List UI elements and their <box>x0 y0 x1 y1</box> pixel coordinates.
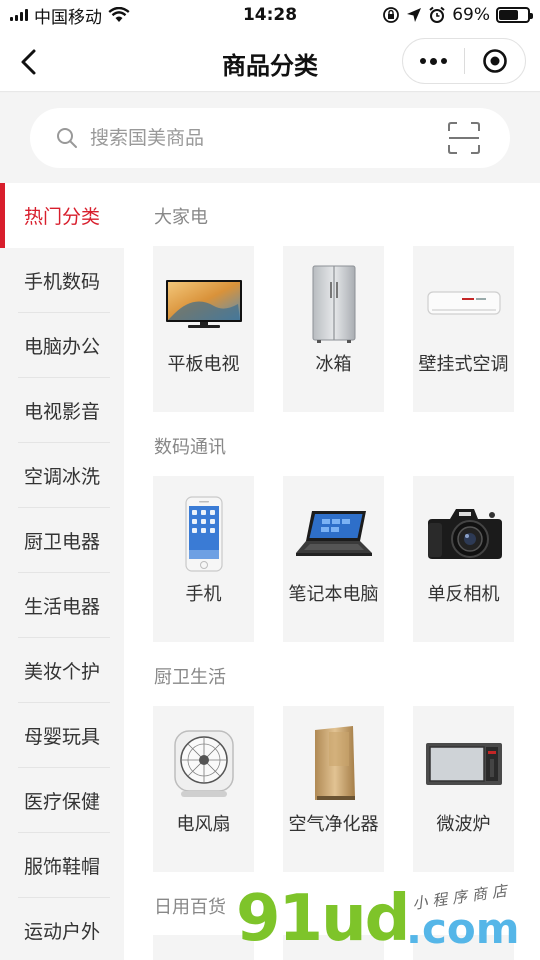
watermark-logo: 91ud <box>236 882 410 956</box>
search-input[interactable] <box>90 108 430 168</box>
sidebar-item-label: 生活电器 <box>24 596 101 618</box>
mini-program-capsule <box>402 38 526 84</box>
more-button[interactable] <box>403 39 464 83</box>
sidebar-item-beauty[interactable]: 美妆个护 <box>0 638 124 703</box>
air-conditioner-icon <box>413 254 514 354</box>
sidebar-item-tv-audio[interactable]: 电视影音 <box>0 378 124 443</box>
watermark-suffix: .com <box>406 904 520 953</box>
sidebar-item-label: 母婴玩具 <box>24 726 101 748</box>
sidebar-item-label: 电视影音 <box>24 401 101 423</box>
category-card-air-conditioner[interactable]: 壁挂式空调 <box>413 246 514 412</box>
category-card-label: 手机 <box>185 584 222 605</box>
air-purifier-icon <box>283 714 384 814</box>
close-mini-program-button[interactable] <box>465 39 525 83</box>
search-box[interactable] <box>30 108 510 168</box>
category-card-air-purifier[interactable]: 空气净化器 <box>283 706 384 872</box>
category-card-label: 电风扇 <box>176 814 231 835</box>
category-card-laptop[interactable]: 笔记本电脑 <box>283 476 384 642</box>
category-card-electric-fan[interactable]: 电风扇 <box>153 706 254 872</box>
category-card-label: 冰箱 <box>315 354 352 375</box>
target-circle-icon <box>483 49 507 73</box>
category-card-label: 笔记本电脑 <box>288 584 379 605</box>
category-card-dslr-camera[interactable]: 单反相机 <box>413 476 514 642</box>
sidebar-item-apparel[interactable]: 服饰鞋帽 <box>0 833 124 898</box>
sidebar-item-kitchen-bath[interactable]: 厨卫电器 <box>0 508 124 573</box>
microwave-icon <box>413 714 514 814</box>
fan-icon <box>153 714 254 814</box>
sidebar-item-hot[interactable]: 热门分类 <box>0 183 124 248</box>
sidebar-item-label: 电脑办公 <box>24 336 101 358</box>
sidebar-item-sports[interactable]: 运动户外 <box>0 898 124 960</box>
category-card-label: 单反相机 <box>427 584 500 605</box>
sidebar-item-label: 热门分类 <box>24 206 101 228</box>
sidebar-item-baby-toys[interactable]: 母婴玩具 <box>0 703 124 768</box>
category-card-label: 平板电视 <box>167 354 240 375</box>
sidebar-item-health[interactable]: 医疗保健 <box>0 768 124 833</box>
sidebar-item-label: 运动户外 <box>24 921 101 943</box>
sidebar-item-phone-digital[interactable]: 手机数码 <box>0 248 124 313</box>
sidebar-item-home-appliance[interactable]: 生活电器 <box>0 573 124 638</box>
nav-bar: 商品分类 <box>0 30 540 92</box>
refrigerator-icon <box>283 254 384 354</box>
rotation-lock-icon <box>383 7 400 23</box>
more-dots-icon <box>420 58 426 64</box>
section-title: 数码通讯 <box>154 437 226 458</box>
sidebar-item-label: 厨卫电器 <box>24 531 101 553</box>
alarm-icon <box>429 6 445 23</box>
category-content: 大家电 平板电视 冰箱 壁挂式空调 数码通讯 手机 笔记本电脑 单反相机 厨卫生… <box>124 183 540 960</box>
sidebar-item-ac-fridge-washer[interactable]: 空调冰洗 <box>0 443 124 508</box>
location-icon <box>407 8 422 22</box>
sidebar-item-label: 空调冰洗 <box>24 466 101 488</box>
category-card-tv[interactable]: 平板电视 <box>153 246 254 412</box>
category-card-microwave[interactable]: 微波炉 <box>413 706 514 872</box>
sidebar-item-label: 医疗保健 <box>24 791 101 813</box>
laptop-icon <box>283 484 384 584</box>
section-title: 日用百货 <box>154 897 226 918</box>
sidebar-item-label: 服饰鞋帽 <box>24 856 101 878</box>
search-icon <box>57 128 77 148</box>
sidebar-item-label: 手机数码 <box>24 271 101 293</box>
category-card-phone[interactable]: 手机 <box>153 476 254 642</box>
watermark: 91ud 小程序商店 .com <box>236 878 536 960</box>
category-card-label: 微波炉 <box>436 814 491 835</box>
phone-icon <box>153 484 254 584</box>
search-area <box>0 93 540 183</box>
section-title: 厨卫生活 <box>154 667 226 688</box>
category-card-refrigerator[interactable]: 冰箱 <box>283 246 384 412</box>
sidebar-item-computer-office[interactable]: 电脑办公 <box>0 313 124 378</box>
camera-icon <box>413 484 514 584</box>
scan-icon[interactable] <box>446 120 482 156</box>
category-card-label: 壁挂式空调 <box>418 354 509 375</box>
battery-icon <box>496 7 533 23</box>
status-bar: 中国移动 14:28 69% <box>0 0 540 30</box>
tv-icon <box>153 254 254 354</box>
section-title: 大家电 <box>154 207 208 228</box>
category-sidebar: 热门分类 手机数码 电脑办公 电视影音 空调冰洗 厨卫电器 生活电器 美妆个护 … <box>0 183 124 960</box>
sidebar-item-label: 美妆个护 <box>24 661 101 683</box>
battery-percent: 69% <box>452 5 490 25</box>
category-card-label: 空气净化器 <box>288 814 379 835</box>
